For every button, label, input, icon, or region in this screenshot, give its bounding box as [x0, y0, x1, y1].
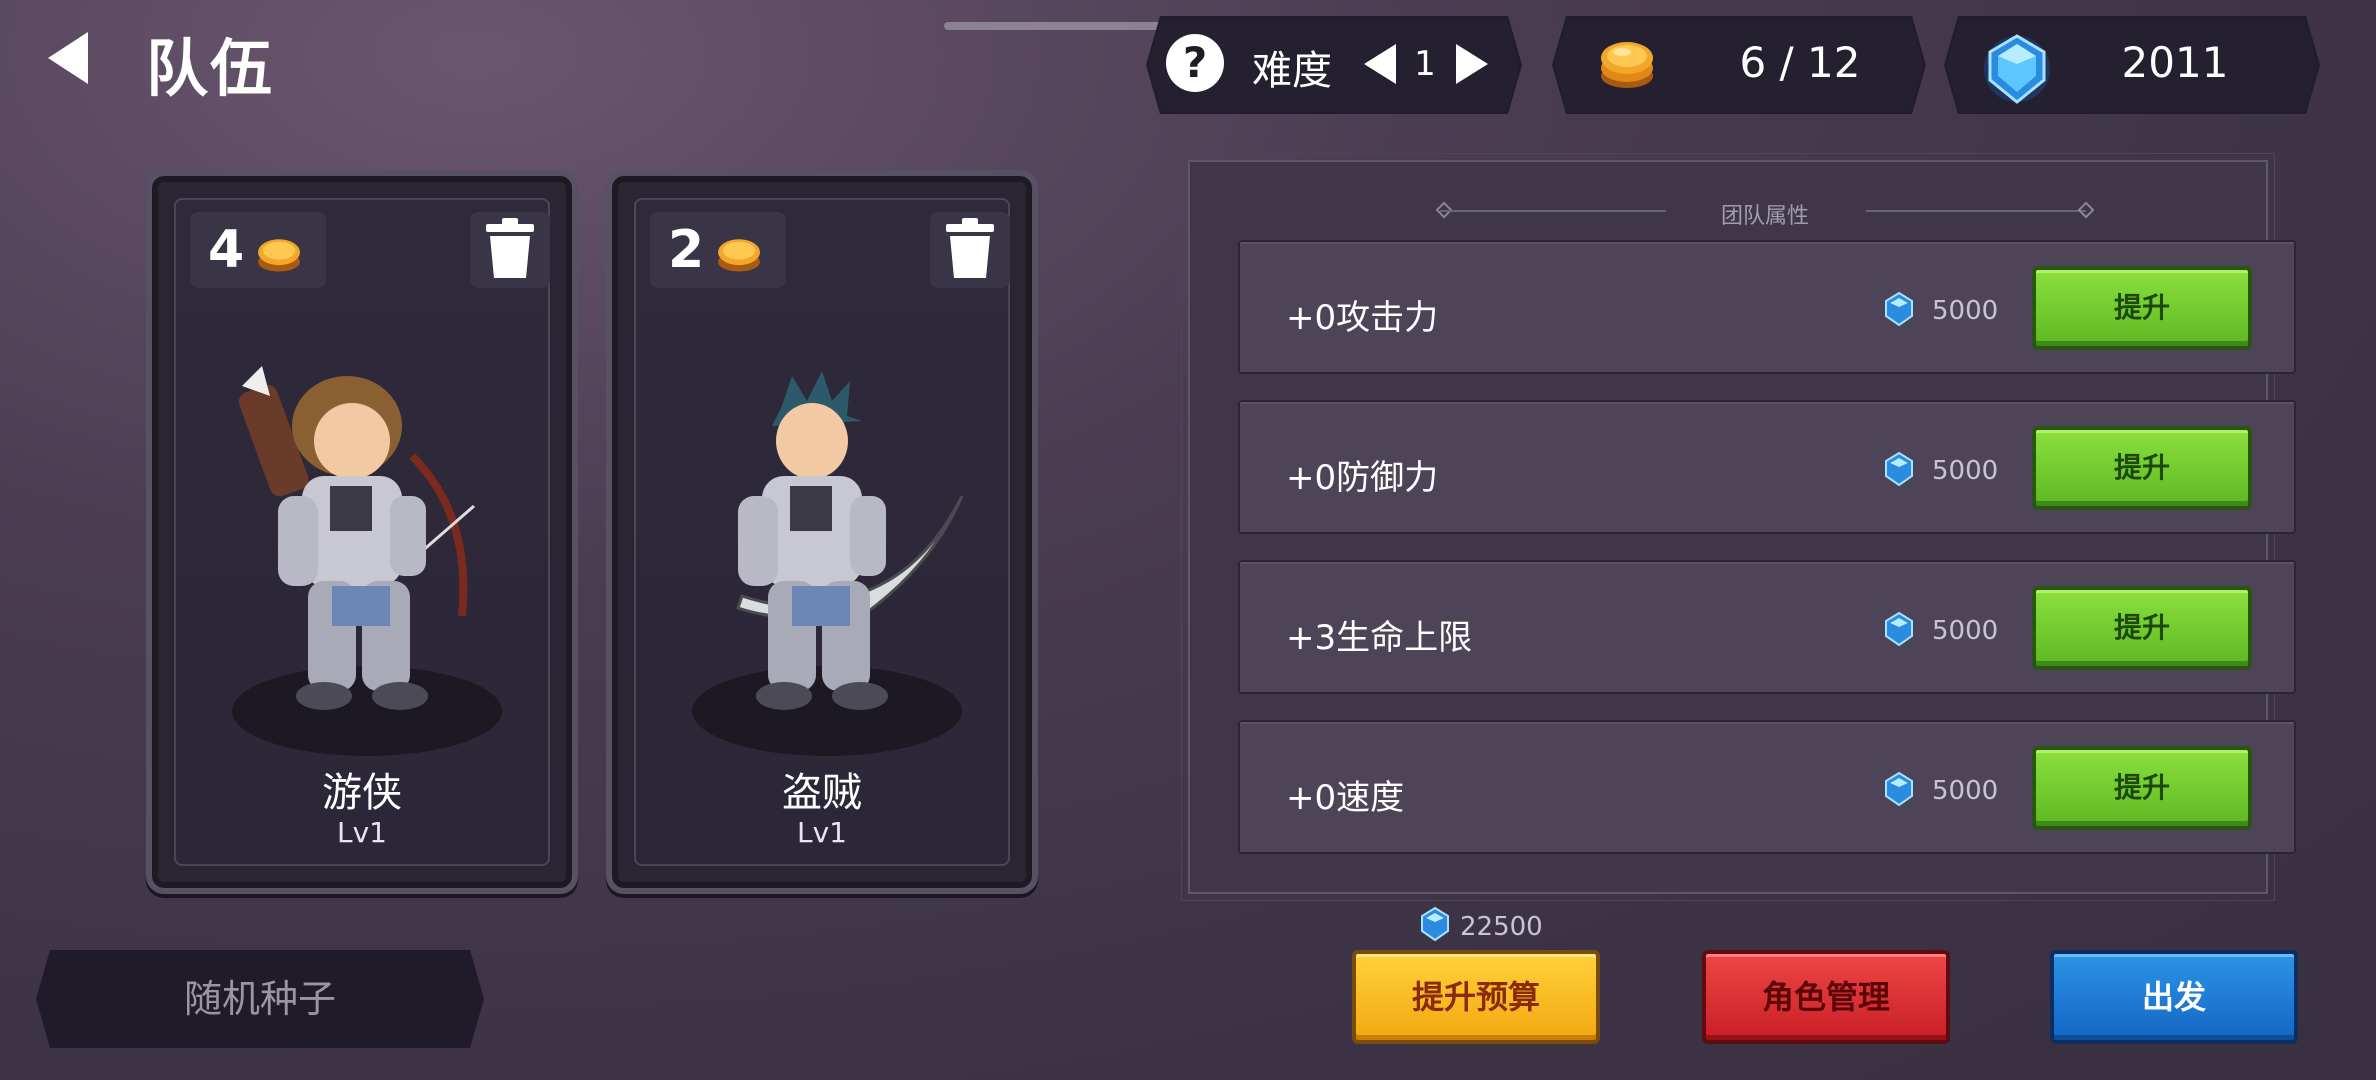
- upgrade-attack-button[interactable]: 提升: [2032, 266, 2252, 350]
- depart-button[interactable]: 出发: [2050, 950, 2298, 1044]
- character-card-ranger[interactable]: 4 游侠 Lv1: [146, 170, 578, 894]
- gem-icon: [1884, 771, 1914, 807]
- upgrade-speed-button[interactable]: 提升: [2032, 746, 2252, 830]
- help-icon[interactable]: ?: [1166, 34, 1224, 92]
- gem-icon: [1982, 30, 2052, 108]
- attribute-cost: 5000: [1932, 616, 1999, 646]
- character-name: 游侠: [322, 770, 402, 816]
- coin-icon: [1596, 32, 1658, 94]
- chevron-right-icon[interactable]: [1454, 42, 1490, 86]
- divider-line: [1440, 210, 1666, 212]
- raise-budget-button[interactable]: 提升预算: [1352, 950, 1600, 1044]
- delete-character-button[interactable]: [470, 212, 550, 288]
- attribute-cost: 5000: [1932, 456, 1999, 486]
- attribute-label: +0攻击力: [1286, 298, 1439, 338]
- attribute-label: +0速度: [1286, 778, 1405, 818]
- upgrade-defense-button[interactable]: 提升: [2032, 426, 2252, 510]
- rogue-character-image: [672, 346, 982, 746]
- character-cost: 4: [208, 220, 245, 280]
- attribute-label: +0防御力: [1286, 458, 1439, 498]
- attribute-cost: 5000: [1932, 776, 1999, 806]
- upgrade-max-hp-button[interactable]: 提升: [2032, 586, 2252, 670]
- budget-value: 22500: [1460, 912, 1543, 942]
- character-level: Lv1: [797, 816, 847, 849]
- character-level: Lv1: [337, 816, 387, 849]
- gem-count: 2011: [2121, 38, 2229, 87]
- team-attributes-title: 团队属性: [1720, 204, 1809, 229]
- gem-icon: [1884, 291, 1914, 327]
- back-arrow-icon[interactable]: [42, 28, 102, 88]
- delete-character-button[interactable]: [930, 212, 1010, 288]
- gem-icon: [1420, 906, 1450, 942]
- ranger-character-image: [212, 346, 522, 746]
- character-card-rogue[interactable]: 2 盗贼 Lv1: [606, 170, 1038, 894]
- random-seed-button[interactable]: 随机种子: [36, 950, 484, 1048]
- coin-icon: [254, 228, 304, 278]
- character-management-button[interactable]: 角色管理: [1702, 950, 1950, 1044]
- character-name: 盗贼: [782, 770, 862, 816]
- gem-icon: [1884, 451, 1914, 487]
- difficulty-label: 难度: [1252, 48, 1332, 94]
- chevron-left-icon[interactable]: [1362, 42, 1398, 86]
- divider-line: [1866, 210, 2086, 212]
- attribute-label: +3生命上限: [1286, 618, 1473, 658]
- trash-icon: [946, 218, 994, 278]
- coin-icon: [714, 228, 764, 278]
- page-title: 队伍: [146, 32, 275, 105]
- gem-icon: [1884, 611, 1914, 647]
- character-cost: 2: [668, 220, 705, 280]
- coin-count: 6 / 12: [1739, 38, 1861, 87]
- difficulty-value: 1: [1414, 44, 1436, 84]
- trash-icon: [486, 218, 534, 278]
- attribute-cost: 5000: [1932, 296, 1999, 326]
